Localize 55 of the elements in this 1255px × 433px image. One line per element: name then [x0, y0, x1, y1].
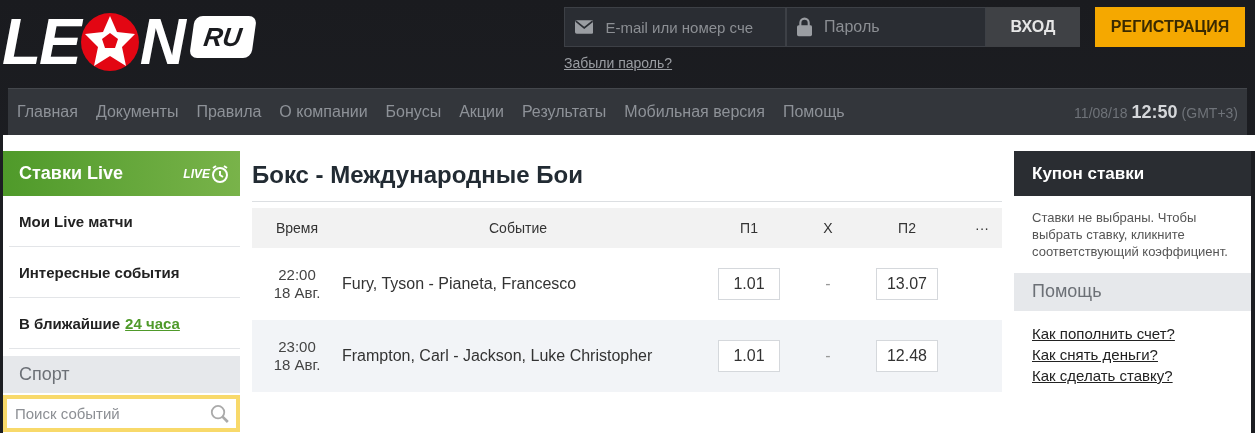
draw-cell-text: -: [824, 347, 832, 365]
email-field[interactable]: E-mail или номер сче: [564, 7, 786, 47]
search-icon: [210, 402, 230, 425]
coupon-text: Ставки не выбраны. Чтобы выбрать ставку, кликните соответствующий коэффициент.: [1031, 209, 1229, 261]
help-link[interactable]: Как снять деньги?: [1032, 345, 1251, 363]
nav-link[interactable]: Помощь: [782, 103, 845, 121]
draw-cell-text: -: [824, 275, 832, 293]
sidebar-item[interactable]: Мои Live матчи: [9, 196, 240, 247]
hours-link[interactable]: 24 часа: [125, 314, 180, 332]
odds-button[interactable]: 12.48: [876, 340, 938, 372]
odds-button[interactable]: 1.01: [718, 340, 780, 372]
page-title: Бокс - Международные Бои: [252, 151, 1002, 202]
section-header: Спорт: [3, 356, 240, 393]
column-header: Время: [274, 220, 320, 236]
nav-link[interactable]: Документы: [95, 103, 179, 121]
odds-button[interactable]: 13.07: [876, 268, 938, 300]
nav-link[interactable]: Акции: [459, 103, 504, 121]
nav-link[interactable]: Правила: [196, 103, 262, 121]
nav-link[interactable]: О компании: [279, 103, 368, 121]
sidebar-text: В ближайшие: [19, 314, 121, 332]
date-text: 11/08/18: [1074, 104, 1128, 121]
password-field[interactable]: Пароль: [786, 7, 986, 47]
nav-link[interactable]: Бонусы: [385, 103, 442, 121]
nav-link[interactable]: Результаты: [521, 103, 607, 121]
register-button[interactable]: РЕГИСТРАЦИЯ: [1095, 7, 1245, 47]
time-text: 12:50: [1131, 101, 1178, 123]
email-input[interactable]: E-mail или номер сче: [603, 17, 775, 37]
time-cell-text: 22:00 18 Авг.: [272, 266, 322, 302]
password-input[interactable]: Пароль: [822, 17, 975, 37]
coupon-header: Купон ставки: [1014, 151, 1251, 196]
time-cell-text: 23:00 18 Авг.: [272, 338, 322, 374]
column-header: П1: [739, 220, 759, 236]
search-input[interactable]: Поиск событий: [13, 404, 211, 423]
help-link[interactable]: Как пополнить счет?: [1032, 324, 1251, 342]
nav-link[interactable]: Мобильная версия: [624, 103, 765, 121]
lock-icon: [797, 16, 813, 38]
column-header: П2: [897, 220, 917, 236]
sidebar-item[interactable]: В ближайшие 24 часа: [9, 298, 240, 349]
odds-button[interactable]: 1.01: [718, 268, 780, 300]
event-cell[interactable]: Fury, Tyson - Pianeta, Francesco: [342, 275, 694, 293]
envelope-icon: [575, 19, 594, 35]
nav-link[interactable]: Главная: [17, 103, 78, 121]
column-header: ···: [974, 220, 990, 236]
timezone-text: (GMT+3): [1181, 104, 1238, 121]
forgot-password-link[interactable]: Забыли пароль?: [564, 55, 1080, 71]
sidebar-item[interactable]: Интересные события: [9, 247, 240, 298]
help-header: Помощь: [1014, 272, 1251, 311]
event-cell[interactable]: Frampton, Carl - Jackson, Luke Christopher: [342, 347, 694, 365]
live-title: Ставки Live: [19, 163, 123, 184]
login-button[interactable]: ВХОД: [986, 7, 1080, 47]
logo-badge: RU: [189, 16, 257, 58]
search-field[interactable]: Поиск событий: [3, 395, 240, 432]
help-link[interactable]: Как сделать ставку?: [1032, 366, 1251, 384]
column-header: Событие: [488, 220, 548, 236]
column-header: Х: [822, 220, 834, 236]
